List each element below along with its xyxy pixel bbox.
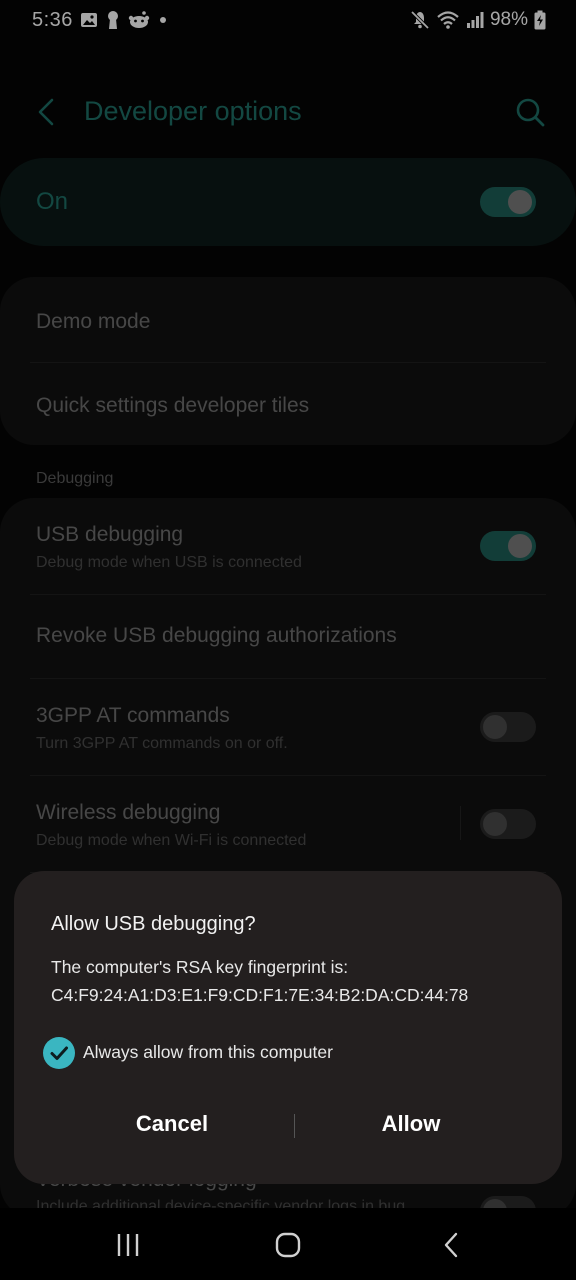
nav-back-button[interactable]: [430, 1228, 470, 1262]
home-button[interactable]: [268, 1228, 308, 1262]
recents-button[interactable]: [108, 1228, 148, 1262]
home-icon: [275, 1232, 301, 1258]
screen: 5:36 98% Developer options On Demo mode …: [0, 0, 576, 1280]
dialog-body-line1: The computer's RSA key fingerprint is:: [51, 957, 349, 977]
allow-button[interactable]: Allow: [311, 1111, 511, 1137]
button-separator: [294, 1114, 295, 1138]
checkmark-icon: [50, 1046, 68, 1060]
rsa-fingerprint: C4:F9:24:A1:D3:E1:F9:CD:F1:7E:34:B2:DA:C…: [51, 985, 469, 1005]
cancel-button[interactable]: Cancel: [72, 1111, 272, 1137]
dialog-title: Allow USB debugging?: [51, 913, 256, 935]
recents-icon: [117, 1234, 139, 1256]
always-allow-checkbox[interactable]: [43, 1037, 75, 1069]
navigation-bar: [0, 1208, 576, 1280]
dialog-body: The computer's RSA key fingerprint is: C…: [51, 953, 541, 1009]
always-allow-label[interactable]: Always allow from this computer: [83, 1042, 333, 1063]
usb-debugging-dialog: Allow USB debugging? The computer's RSA …: [14, 871, 562, 1184]
back-icon: [444, 1232, 458, 1258]
